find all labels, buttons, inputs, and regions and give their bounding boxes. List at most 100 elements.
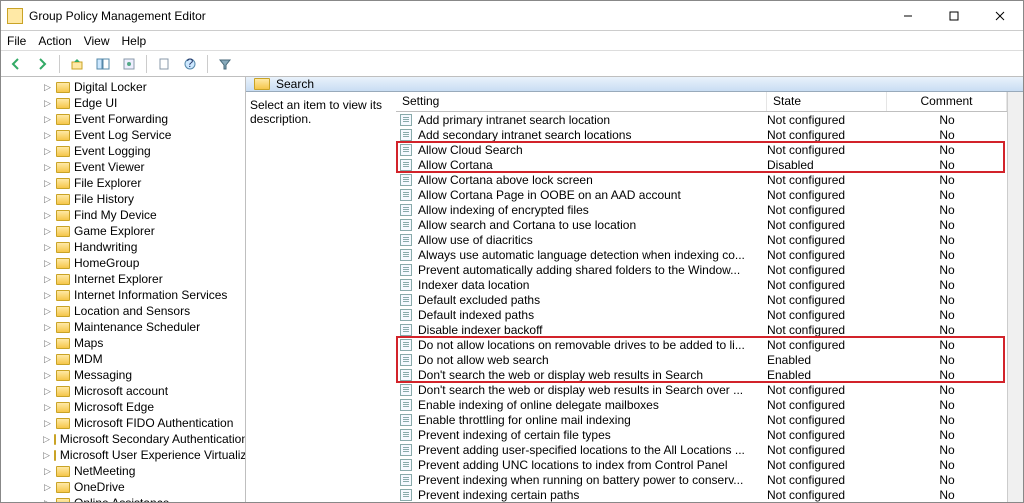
tree-item[interactable]: ▷File History — [1, 191, 245, 207]
table-row[interactable]: Allow Cloud SearchNot configuredNo — [396, 142, 1007, 157]
tree-item[interactable]: ▷Internet Explorer — [1, 271, 245, 287]
expand-icon[interactable]: ▷ — [43, 195, 52, 204]
expand-icon[interactable]: ▷ — [43, 403, 52, 412]
col-comment[interactable]: Comment — [887, 92, 1007, 111]
menu-help[interactable]: Help — [122, 34, 147, 48]
expand-icon[interactable]: ▷ — [43, 259, 52, 268]
table-row[interactable]: Always use automatic language detection … — [396, 247, 1007, 262]
tree-item[interactable]: ▷Event Viewer — [1, 159, 245, 175]
table-row[interactable]: Prevent adding user-specified locations … — [396, 442, 1007, 457]
expand-icon[interactable]: ▷ — [43, 499, 52, 503]
close-button[interactable] — [977, 1, 1023, 31]
tree-item[interactable]: ▷NetMeeting — [1, 463, 245, 479]
up-icon[interactable] — [66, 53, 88, 75]
tree-item[interactable]: ▷Microsoft Edge — [1, 399, 245, 415]
table-header[interactable]: Setting State Comment — [396, 92, 1007, 112]
tree-item[interactable]: ▷Microsoft account — [1, 383, 245, 399]
settings-table[interactable]: Setting State Comment Add primary intran… — [396, 92, 1007, 502]
expand-icon[interactable]: ▷ — [43, 419, 52, 428]
export-icon[interactable] — [153, 53, 175, 75]
tree-item[interactable]: ▷File Explorer — [1, 175, 245, 191]
expand-icon[interactable]: ▷ — [43, 323, 52, 332]
table-row[interactable]: Allow use of diacriticsNot configuredNo — [396, 232, 1007, 247]
table-row[interactable]: Default excluded pathsNot configuredNo — [396, 292, 1007, 307]
tree-item[interactable]: ▷OneDrive — [1, 479, 245, 495]
expand-icon[interactable]: ▷ — [43, 131, 52, 140]
tree-item[interactable]: ▷Digital Locker — [1, 79, 245, 95]
tree-item[interactable]: ▷Maps — [1, 335, 245, 351]
tree-item[interactable]: ▷Handwriting — [1, 239, 245, 255]
scrollbar[interactable] — [1007, 92, 1023, 502]
minimize-button[interactable] — [885, 1, 931, 31]
tree-item[interactable]: ▷Event Log Service — [1, 127, 245, 143]
table-row[interactable]: Allow search and Cortana to use location… — [396, 217, 1007, 232]
tree-item[interactable]: ▷Game Explorer — [1, 223, 245, 239]
table-row[interactable]: Add secondary intranet search locationsN… — [396, 127, 1007, 142]
table-row[interactable]: Prevent indexing when running on battery… — [396, 472, 1007, 487]
back-icon[interactable] — [5, 53, 27, 75]
table-row[interactable]: Allow Cortana above lock screenNot confi… — [396, 172, 1007, 187]
expand-icon[interactable]: ▷ — [43, 163, 52, 172]
table-row[interactable]: Add primary intranet search locationNot … — [396, 112, 1007, 127]
maximize-button[interactable] — [931, 1, 977, 31]
expand-icon[interactable]: ▷ — [43, 355, 52, 364]
tree-item[interactable]: ▷Messaging — [1, 367, 245, 383]
table-row[interactable]: Allow Cortana Page in OOBE on an AAD acc… — [396, 187, 1007, 202]
table-row[interactable]: Prevent indexing certain pathsNot config… — [396, 487, 1007, 502]
tree-item[interactable]: ▷Internet Information Services — [1, 287, 245, 303]
expand-icon[interactable]: ▷ — [43, 371, 52, 380]
expand-icon[interactable]: ▷ — [43, 275, 52, 284]
tree-item[interactable]: ▷Location and Sensors — [1, 303, 245, 319]
table-row[interactable]: Prevent adding UNC locations to index fr… — [396, 457, 1007, 472]
table-row[interactable]: Prevent indexing of certain file typesNo… — [396, 427, 1007, 442]
col-setting[interactable]: Setting — [396, 92, 767, 111]
table-row[interactable]: Do not allow locations on removable driv… — [396, 337, 1007, 352]
forward-icon[interactable] — [31, 53, 53, 75]
tree-item[interactable]: ▷Find My Device — [1, 207, 245, 223]
table-row[interactable]: Do not allow web searchEnabledNo — [396, 352, 1007, 367]
filter-icon[interactable] — [214, 53, 236, 75]
tree-item[interactable]: ▷Microsoft FIDO Authentication — [1, 415, 245, 431]
table-row[interactable]: Disable indexer backoffNot configuredNo — [396, 322, 1007, 337]
help-icon[interactable]: ? — [179, 53, 201, 75]
table-row[interactable]: Prevent automatically adding shared fold… — [396, 262, 1007, 277]
tree-item[interactable]: ▷Event Logging — [1, 143, 245, 159]
expand-icon[interactable]: ▷ — [43, 115, 52, 124]
expand-icon[interactable]: ▷ — [43, 179, 52, 188]
refresh-icon[interactable] — [118, 53, 140, 75]
table-row[interactable]: Allow indexing of encrypted filesNot con… — [396, 202, 1007, 217]
expand-icon[interactable]: ▷ — [43, 483, 52, 492]
tree-item[interactable]: ▷Online Assistance — [1, 495, 245, 502]
menu-file[interactable]: File — [7, 34, 26, 48]
expand-icon[interactable]: ▷ — [43, 451, 50, 460]
tree-item[interactable]: ▷MDM — [1, 351, 245, 367]
tree-item[interactable]: ▷Microsoft User Experience Virtualizatio… — [1, 447, 245, 463]
table-row[interactable]: Don't search the web or display web resu… — [396, 382, 1007, 397]
table-row[interactable]: Default indexed pathsNot configuredNo — [396, 307, 1007, 322]
table-row[interactable]: Don't search the web or display web resu… — [396, 367, 1007, 382]
tree-item[interactable]: ▷Edge UI — [1, 95, 245, 111]
expand-icon[interactable]: ▷ — [43, 435, 50, 444]
expand-icon[interactable]: ▷ — [43, 291, 52, 300]
expand-icon[interactable]: ▷ — [43, 467, 52, 476]
show-hide-tree-icon[interactable] — [92, 53, 114, 75]
tree-item[interactable]: ▷Microsoft Secondary Authentication Fac — [1, 431, 245, 447]
expand-icon[interactable]: ▷ — [43, 243, 52, 252]
tree-item[interactable]: ▷Maintenance Scheduler — [1, 319, 245, 335]
tree-item[interactable]: ▷HomeGroup — [1, 255, 245, 271]
menu-action[interactable]: Action — [38, 34, 71, 48]
expand-icon[interactable]: ▷ — [43, 387, 52, 396]
expand-icon[interactable]: ▷ — [43, 147, 52, 156]
tree-item[interactable]: ▷Event Forwarding — [1, 111, 245, 127]
table-row[interactable]: Enable indexing of online delegate mailb… — [396, 397, 1007, 412]
expand-icon[interactable]: ▷ — [43, 339, 52, 348]
col-state[interactable]: State — [767, 92, 887, 111]
menu-view[interactable]: View — [84, 34, 110, 48]
expand-icon[interactable]: ▷ — [43, 211, 52, 220]
tree-pane[interactable]: ▷Digital Locker▷Edge UI▷Event Forwarding… — [1, 77, 246, 502]
expand-icon[interactable]: ▷ — [43, 83, 52, 92]
table-row[interactable]: Enable throttling for online mail indexi… — [396, 412, 1007, 427]
table-row[interactable]: Indexer data locationNot configuredNo — [396, 277, 1007, 292]
expand-icon[interactable]: ▷ — [43, 227, 52, 236]
table-row[interactable]: Allow CortanaDisabledNo — [396, 157, 1007, 172]
